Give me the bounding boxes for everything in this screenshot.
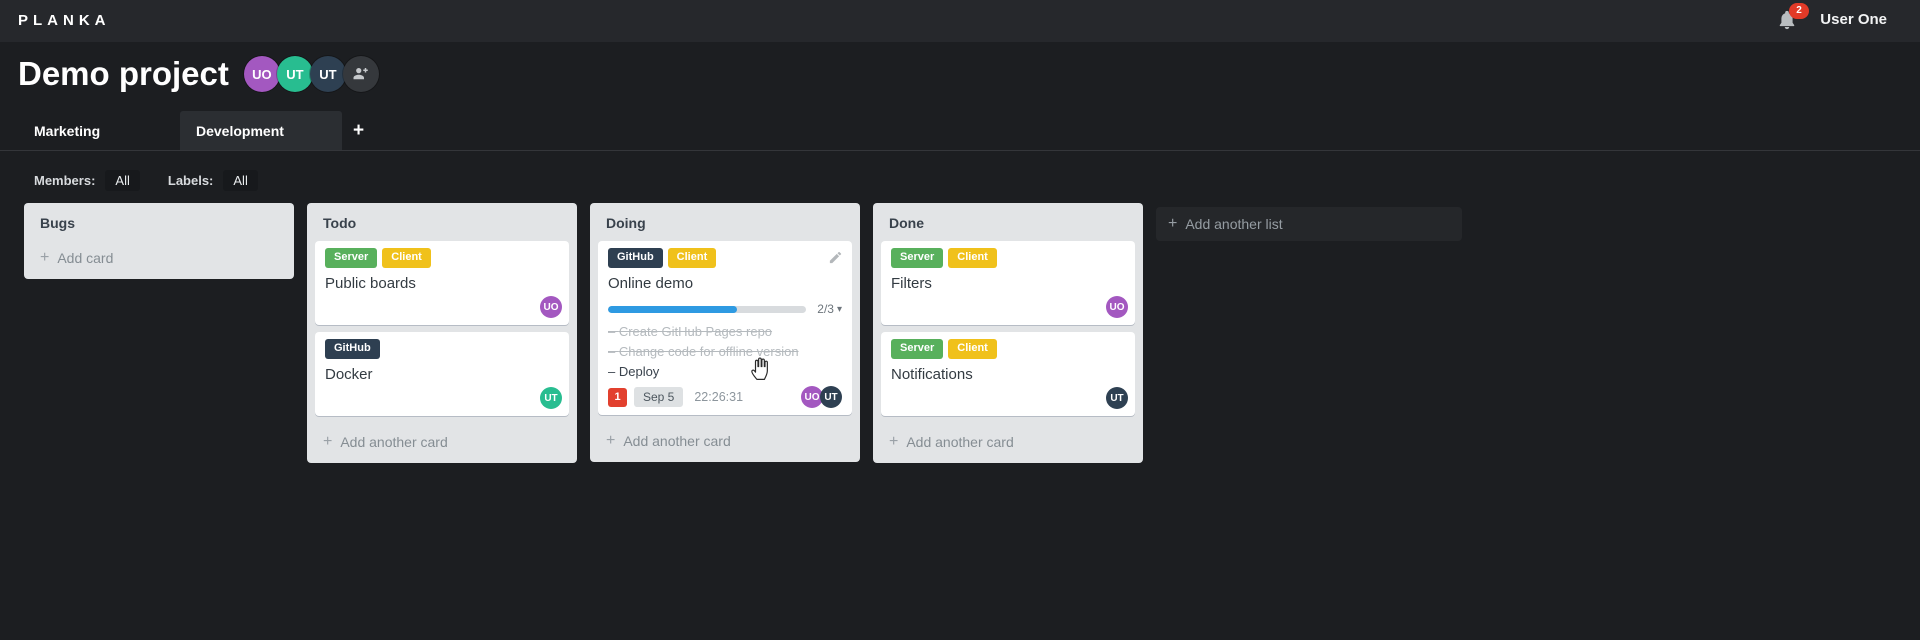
card-members: UO UT (801, 386, 842, 408)
labels-filter-label: Labels: (167, 173, 214, 188)
list-name[interactable]: Bugs (32, 211, 286, 241)
card-labels: Server Client (891, 339, 1125, 359)
board: Bugs + Add card Todo Server Client Public boar… (24, 203, 1462, 463)
card-title: Online demo (608, 275, 694, 292)
add-board-button[interactable]: + (353, 111, 364, 150)
card-title: Docker (325, 366, 373, 383)
card-labels: Server Client (325, 248, 559, 268)
label-client[interactable]: Client (382, 248, 431, 268)
card-members: UO (1106, 296, 1128, 318)
planka-logo[interactable]: PLANKA (18, 12, 111, 29)
project-title[interactable]: Demo project (18, 52, 229, 96)
timer-badge[interactable]: 22:26:31 (694, 390, 743, 404)
avatar[interactable]: UO (540, 296, 562, 318)
card-members: UT (540, 387, 562, 409)
card-labels: Server Client (891, 248, 1125, 268)
label-server[interactable]: Server (325, 248, 378, 268)
card-labels: GitHub Client (608, 248, 842, 268)
members-filter-value[interactable]: All (105, 170, 140, 191)
labels-filter-value[interactable]: All (223, 170, 258, 191)
card-members: UT (1106, 387, 1128, 409)
list-name[interactable]: Done (881, 211, 1135, 241)
user-menu[interactable]: User One (1820, 11, 1887, 28)
add-card-label: Add another card (340, 434, 448, 450)
add-card-button[interactable]: + Add another card (598, 422, 852, 454)
project-members: UO UT UT (243, 56, 379, 92)
plus-icon: + (889, 433, 899, 450)
label-client[interactable]: Client (948, 339, 997, 359)
list-name[interactable]: Todo (315, 211, 569, 241)
card-docker[interactable]: GitHub Docker UT (315, 332, 569, 416)
progress-fill (608, 305, 737, 313)
label-github[interactable]: GitHub (608, 248, 663, 268)
card-online-demo[interactable]: GitHubClient Online demo 2/3▾ Create GitHub… (598, 241, 852, 415)
add-member-button[interactable] (342, 56, 379, 92)
list-done: Done Server Client Filters UO Server Client Not… (873, 203, 1143, 463)
card-members: UO (540, 296, 562, 318)
due-date-badge[interactable]: Sep 5 (634, 387, 684, 407)
edit-card-icon[interactable] (828, 250, 843, 270)
plus-icon: + (1168, 215, 1178, 232)
plus-icon: + (606, 432, 616, 449)
card-notification-badge: 1 (608, 387, 627, 407)
avatar[interactable]: UT (540, 387, 562, 409)
board-tabs: Marketing Development + (0, 111, 1920, 151)
card-title: Public boards (325, 275, 416, 292)
plus-icon: + (323, 433, 333, 450)
plus-icon: + (40, 249, 50, 266)
card-labels: GitHub (325, 339, 559, 359)
progress-bar (608, 305, 807, 313)
add-card-label: Add another card (623, 433, 731, 449)
label-client[interactable]: Client (667, 248, 717, 268)
project-header: Demo project UO UT UT (18, 52, 379, 96)
task-item: Create GitHub Pages repo (608, 322, 842, 342)
top-bar: PLANKA 2 User One (0, 0, 1920, 42)
add-card-label: Add another card (906, 434, 1014, 450)
notifications-button[interactable]: 2 (1776, 3, 1809, 36)
task-list: Create GitHub Pages repoChange code for … (608, 322, 842, 382)
filter-bar: Members: All Labels: All (34, 170, 258, 191)
task-progress: 2/3 ▾ (608, 302, 842, 316)
tab-development[interactable]: Development (180, 111, 342, 150)
label-server[interactable]: Server (891, 248, 944, 268)
list-bugs: Bugs + Add card (24, 203, 294, 279)
progress-count[interactable]: 2/3 (817, 302, 834, 316)
chevron-down-icon[interactable]: ▾ (837, 304, 842, 315)
app-window: PLANKA 2 User One Demo project UO UT UT Ma… (0, 0, 1920, 640)
add-card-button[interactable]: + Add card (32, 241, 286, 271)
avatar[interactable]: UT (820, 386, 842, 408)
notification-count-badge: 2 (1789, 3, 1809, 19)
list-todo: Todo Server Client Public boards UO GitHub Doc… (307, 203, 577, 463)
members-filter-label: Members: (34, 173, 96, 188)
card-public-boards[interactable]: Server Client Public boards UO (315, 241, 569, 325)
task-item: Deploy (608, 362, 842, 382)
avatar[interactable]: UT (309, 56, 346, 92)
add-card-button[interactable]: + Add another card (315, 423, 569, 455)
add-card-button[interactable]: + Add another card (881, 423, 1135, 455)
list-name[interactable]: Doing (598, 211, 852, 241)
avatar[interactable]: UT (1106, 387, 1128, 409)
add-list-label: Add another list (1185, 216, 1283, 232)
label-github[interactable]: GitHub (325, 339, 380, 359)
label-server[interactable]: Server (891, 339, 944, 359)
avatar[interactable]: UO (1106, 296, 1128, 318)
card-filters[interactable]: Server Client Filters UO (881, 241, 1135, 325)
add-card-label: Add card (57, 250, 114, 266)
bell-icon (1776, 10, 1798, 36)
task-item: Change code for offline version (608, 342, 842, 362)
list-doing: Doing GitHubClient Online demo 2/3▾ Create G… (590, 203, 860, 462)
card-notifications[interactable]: Server Client Notifications UT (881, 332, 1135, 416)
tab-marketing[interactable]: Marketing (18, 111, 180, 150)
avatar[interactable]: UO (243, 56, 280, 92)
card-title: Notifications (891, 366, 973, 383)
card-title: Filters (891, 275, 932, 292)
card-badges: 1 Sep 5 22:26:31 UO UT (608, 386, 842, 408)
label-client[interactable]: Client (948, 248, 997, 268)
person-add-icon (353, 68, 368, 80)
avatar[interactable]: UT (276, 56, 313, 92)
add-list-button[interactable]: + Add another list (1156, 207, 1462, 241)
